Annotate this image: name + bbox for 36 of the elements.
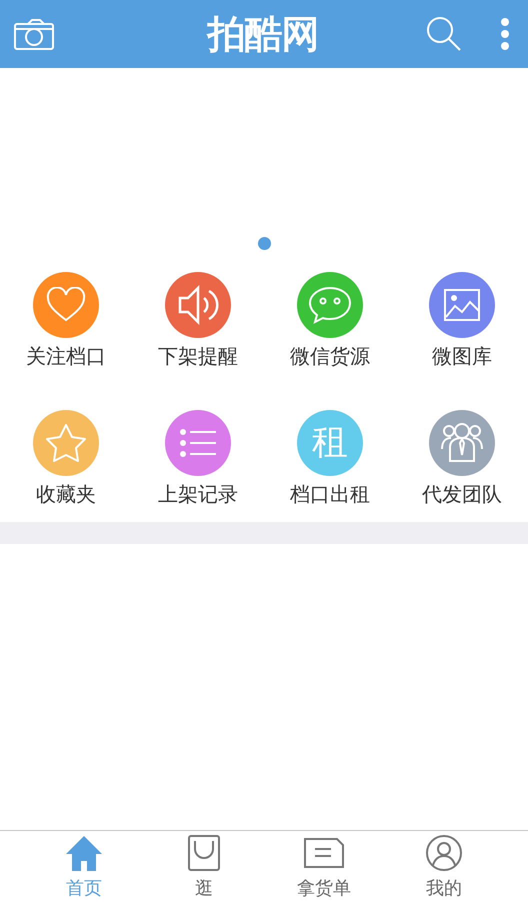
bag-icon: [188, 834, 220, 870]
shortcut-item[interactable]: 上架记录: [132, 410, 264, 508]
shortcut-label: 代发团队: [422, 481, 502, 508]
camera-button[interactable]: [14, 18, 54, 50]
shortcut-item[interactable]: 收藏夹: [0, 410, 132, 508]
team-icon: [440, 423, 484, 463]
speaker-icon: [177, 285, 219, 325]
user-icon: [426, 834, 462, 870]
home-icon: [65, 834, 103, 870]
more-button[interactable]: [500, 17, 510, 51]
chat-icon: [308, 286, 352, 324]
shortcut-label: 微图库: [432, 343, 492, 370]
shortcut-label: 下架提醒: [158, 343, 238, 370]
shortcut-label: 微信货源: [290, 343, 370, 370]
shortcut-item[interactable]: 下架提醒: [132, 272, 264, 370]
heart-icon: [46, 287, 86, 323]
shortcut-item[interactable]: 关注档口: [0, 272, 132, 370]
shortcut-label: 上架记录: [158, 481, 238, 508]
shortcut-item[interactable]: 微图库: [396, 272, 528, 370]
shortcut-label: 收藏夹: [36, 481, 96, 508]
tab-bar-item[interactable]: 我的: [384, 831, 504, 902]
shortcut-label: 档口出租: [290, 481, 370, 508]
search-button[interactable]: [426, 16, 462, 52]
shortcut-item[interactable]: 租 档口出租: [264, 410, 396, 508]
document-icon: [304, 838, 344, 868]
star-icon: [45, 423, 87, 463]
rent-glyph: 租: [312, 425, 348, 461]
tab-bar-item[interactable]: 拿货单: [264, 831, 384, 902]
tab-bar-item[interactable]: 逛: [144, 831, 264, 902]
image-icon: [444, 289, 480, 321]
shortcut-item[interactable]: 代发团队: [396, 410, 528, 508]
shortcut-label: 关注档口: [26, 343, 106, 370]
carousel-dot[interactable]: [258, 237, 270, 250]
list-icon: [180, 429, 216, 457]
app-logo: 拍酷网: [208, 15, 318, 53]
shortcut-item[interactable]: 微信货源: [264, 272, 396, 370]
